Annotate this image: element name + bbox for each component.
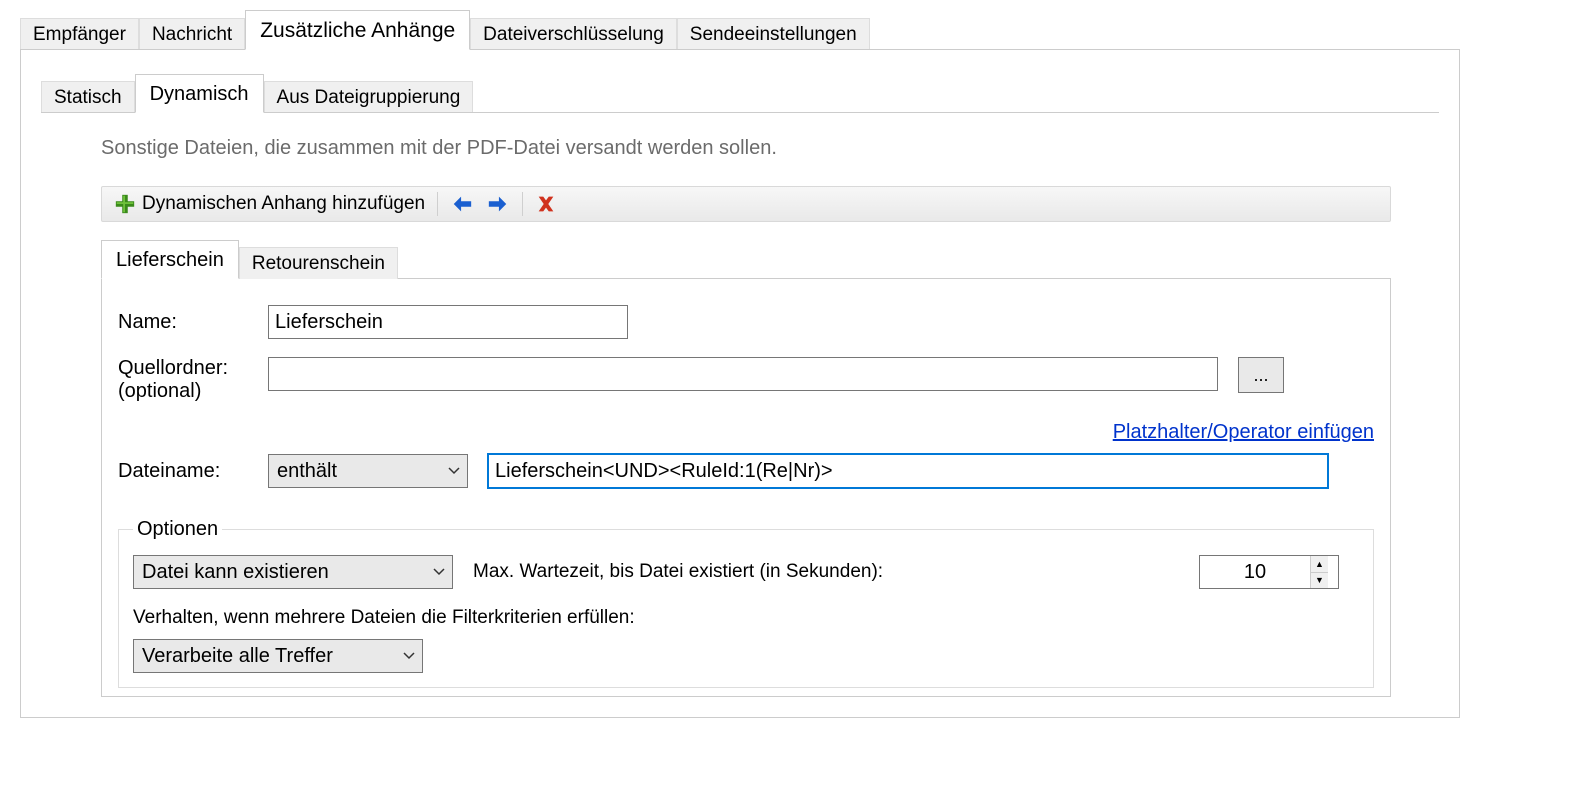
source-folder-label: Quellordner: — [118, 357, 268, 380]
arrow-left-icon — [450, 193, 474, 215]
name-input[interactable] — [268, 305, 628, 339]
arrow-right-icon — [486, 193, 510, 215]
add-attachment-label: Dynamischen Anhang hinzufügen — [142, 193, 425, 215]
tab-zusaetzliche-anhaenge[interactable]: Zusätzliche Anhänge — [245, 10, 470, 50]
max-wait-input[interactable] — [1200, 556, 1310, 588]
toolbar-separator-2 — [522, 192, 523, 216]
main-tab-strip: Empfänger Nachricht Zusätzliche Anhänge … — [20, 10, 1590, 50]
add-attachment-button[interactable]: Dynamischen Anhang hinzufügen — [108, 191, 431, 217]
subtab-dynamisch[interactable]: Dynamisch — [135, 74, 264, 113]
attachment-tab-lieferschein[interactable]: Lieferschein — [101, 240, 239, 279]
source-folder-optional-label: (optional) — [118, 380, 268, 403]
max-wait-label: Max. Wartezeit, bis Datei existiert (in … — [473, 561, 883, 583]
options-fieldset: Optionen Datei kann existieren Max. Wart… — [118, 518, 1374, 688]
attachment-form-panel: Name: Quellordner: (optional) ... Platzh… — [101, 278, 1391, 697]
attachment-tab-strip: Lieferschein Retourenschein — [101, 240, 1439, 279]
subtab-statisch[interactable]: Statisch — [41, 81, 135, 113]
tab-empfaenger[interactable]: Empfänger — [20, 18, 139, 50]
sub-panel: Sonstige Dateien, die zusammen mit der P… — [41, 112, 1439, 707]
sub-tab-strip: Statisch Dynamisch Aus Dateigruppierung — [41, 74, 1439, 113]
filename-label: Dateiname: — [118, 460, 268, 483]
insert-placeholder-link[interactable]: Platzhalter/Operator einfügen — [1113, 421, 1374, 443]
toolbar-separator — [437, 192, 438, 216]
attachment-tab-retourenschein[interactable]: Retourenschein — [239, 247, 398, 279]
file-existence-select[interactable]: Datei kann existieren — [133, 555, 453, 589]
move-left-button[interactable] — [444, 191, 480, 217]
filename-pattern-input[interactable] — [488, 454, 1328, 488]
spinner-up-button[interactable]: ▲ — [1311, 556, 1328, 573]
spinner-down-button[interactable]: ▼ — [1311, 573, 1328, 589]
attachment-toolbar: Dynamischen Anhang hinzufügen — [101, 186, 1391, 222]
options-legend: Optionen — [133, 518, 222, 541]
match-mode-select[interactable]: enthält — [268, 454, 468, 488]
x-icon — [535, 193, 557, 215]
tab-nachricht[interactable]: Nachricht — [139, 18, 245, 50]
multi-behavior-label: Verhalten, wenn mehrere Dateien die Filt… — [133, 607, 635, 628]
browse-folder-button[interactable]: ... — [1238, 357, 1284, 393]
info-text: Sonstige Dateien, die zusammen mit der P… — [41, 137, 1439, 160]
plus-icon — [114, 193, 136, 215]
name-label: Name: — [118, 311, 268, 334]
move-right-button[interactable] — [480, 191, 516, 217]
tab-dateiverschluesselung[interactable]: Dateiverschlüsselung — [470, 18, 677, 50]
multi-behavior-select[interactable]: Verarbeite alle Treffer — [133, 639, 423, 673]
delete-attachment-button[interactable] — [529, 191, 563, 217]
max-wait-spinner[interactable]: ▲ ▼ — [1199, 555, 1339, 589]
source-folder-input[interactable] — [268, 357, 1218, 391]
main-panel: Statisch Dynamisch Aus Dateigruppierung … — [20, 49, 1460, 718]
subtab-aus-dateigruppierung[interactable]: Aus Dateigruppierung — [264, 81, 474, 113]
tab-sendeeinstellungen[interactable]: Sendeeinstellungen — [677, 18, 870, 50]
